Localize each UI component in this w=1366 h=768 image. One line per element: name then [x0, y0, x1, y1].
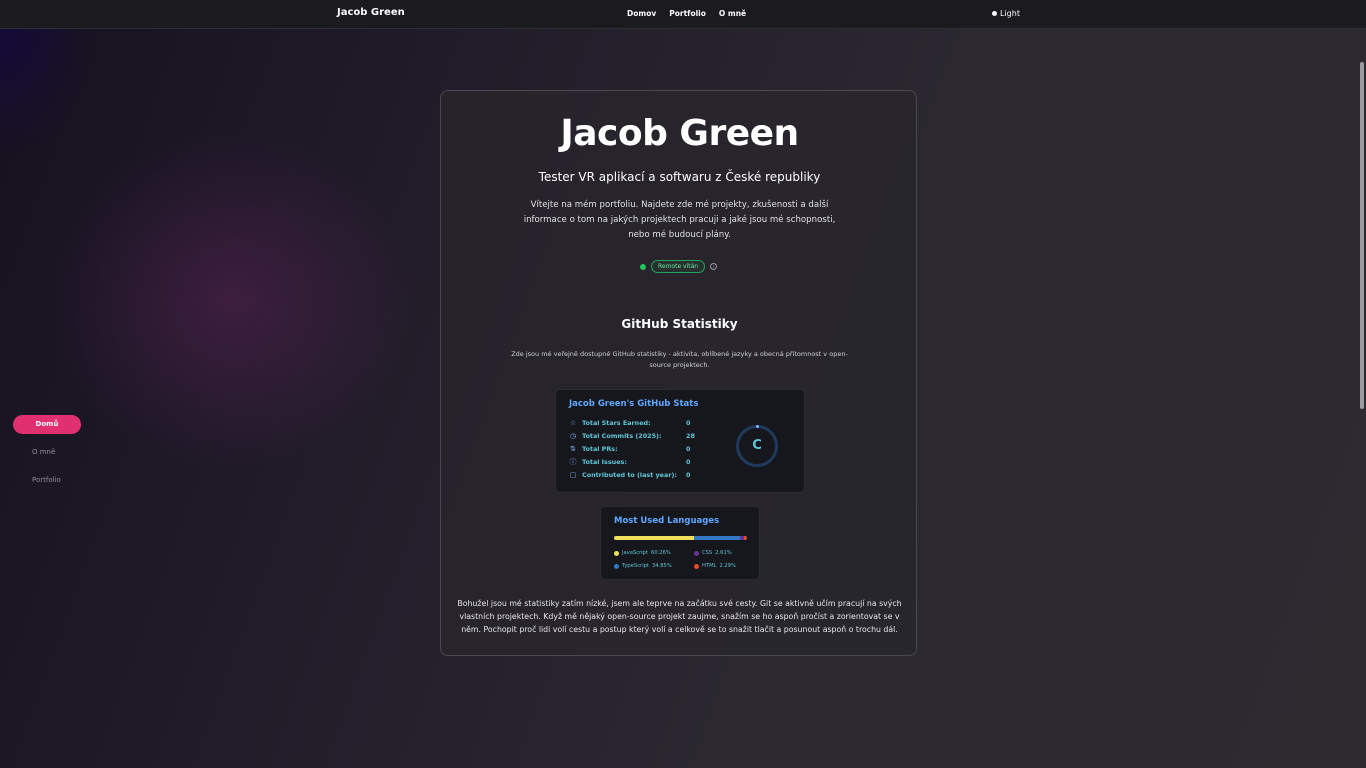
hero-description: Vítejte na mém portfoliu. Najdete zde mé…	[523, 200, 836, 240]
language-bar-segment	[614, 536, 695, 540]
nav-link-portfolio[interactable]: Portfolio	[669, 9, 706, 18]
scrollbar-thumb[interactable]	[1360, 62, 1364, 409]
info-icon[interactable]: i	[710, 263, 718, 270]
status-badge: Remote vítán	[651, 260, 706, 273]
theme-toggle-button[interactable]: Light	[992, 9, 1020, 18]
language-item: JavaScript 60.26%	[614, 550, 671, 556]
stat-value: 0	[686, 419, 691, 427]
rank-ring: C	[736, 425, 778, 467]
language-name: JavaScript	[622, 550, 649, 556]
language-name: CSS	[702, 550, 713, 556]
github-section-description: Zde jsou mé veřejně dostupné GitHub stat…	[511, 350, 848, 369]
stat-label: Total Commits (2025):	[582, 432, 662, 440]
stat-label: Total Issues:	[582, 458, 627, 466]
language-percent: 2.29%	[719, 563, 736, 569]
language-item: TypeScript 34.85%	[614, 563, 672, 569]
scrollbar[interactable]	[1358, 28, 1366, 768]
top-nav: Domov Portfolio O mně	[627, 9, 746, 18]
status-dot-icon	[640, 263, 646, 270]
sun-icon	[992, 11, 997, 16]
language-item: HTML 2.29%	[694, 563, 736, 569]
language-percent: 34.85%	[651, 563, 672, 569]
github-section-title: GitHub Statistiky	[621, 317, 738, 331]
languages-card: Most Used Languages JavaScript 60.26% Ty…	[600, 506, 760, 580]
language-color-dot	[614, 550, 619, 556]
stat-row: ☆ Total Stars Earned: 0	[569, 418, 691, 428]
history-icon: ◷	[569, 432, 577, 440]
brand-logo[interactable]: Jacob Green	[337, 7, 405, 18]
stat-row: ⓘ Total Issues: 0	[569, 457, 691, 467]
language-percent: 60.26%	[651, 550, 671, 556]
rank-letter: C	[752, 438, 762, 453]
nav-link-home[interactable]: Domov	[627, 9, 656, 18]
nav-link-about[interactable]: O mně	[719, 9, 746, 18]
top-navbar: Jacob Green Domov Portfolio O mně Light	[0, 0, 1366, 29]
star-icon: ☆	[569, 419, 577, 427]
hero-subtitle: Tester VR aplikací a softwaru z České re…	[538, 170, 821, 184]
sidenav-item-about[interactable]: O mně	[32, 448, 55, 456]
stat-label: Total PRs:	[582, 445, 618, 453]
stat-row: ◷ Total Commits (2025): 28	[569, 431, 695, 441]
languages-bar	[614, 536, 747, 540]
availability-status: Remote vítán i	[640, 260, 718, 273]
language-bar-segment	[694, 536, 741, 540]
theme-toggle-label: Light	[1000, 9, 1020, 18]
language-name: TypeScript	[622, 563, 649, 569]
sidenav-item-portfolio[interactable]: Portfolio	[32, 476, 61, 484]
language-name: HTML	[702, 563, 717, 569]
stat-label: Contributed to (last year):	[582, 471, 677, 479]
stat-value: 0	[686, 471, 691, 479]
languages-card-title: Most Used Languages	[614, 516, 720, 526]
language-percent: 2.61%	[715, 550, 732, 556]
main-card: Jacob Green Tester VR aplikací a softwar…	[440, 90, 917, 656]
repo-icon: ▢	[569, 471, 577, 479]
stat-row: ⇅ Total PRs: 0	[569, 444, 690, 454]
sidenav-item-home[interactable]: Domů	[13, 415, 81, 434]
stat-row: ▢ Contributed to (last year): 0	[569, 470, 691, 480]
pull-request-icon: ⇅	[570, 445, 576, 453]
closing-paragraph: Bohužel jsou mé statistiky zatím nízké, …	[457, 599, 902, 634]
language-color-dot	[694, 550, 699, 556]
stat-label: Total Stars Earned:	[582, 419, 651, 427]
side-nav: Domů O mně Portfolio	[13, 415, 81, 484]
stats-card-title: Jacob Green's GitHub Stats	[569, 399, 699, 409]
github-stats-card: Jacob Green's GitHub Stats ☆ Total Stars…	[555, 389, 805, 493]
stat-value: 28	[686, 432, 695, 440]
hero-title: Jacob Green	[560, 113, 799, 154]
language-color-dot	[614, 563, 619, 569]
stat-value: 0	[686, 445, 691, 453]
language-bar-segment	[743, 536, 747, 540]
language-color-dot	[694, 563, 699, 569]
stat-value: 0	[686, 458, 691, 466]
language-item: CSS 2.61%	[694, 550, 732, 556]
issue-icon: ⓘ	[569, 458, 577, 466]
